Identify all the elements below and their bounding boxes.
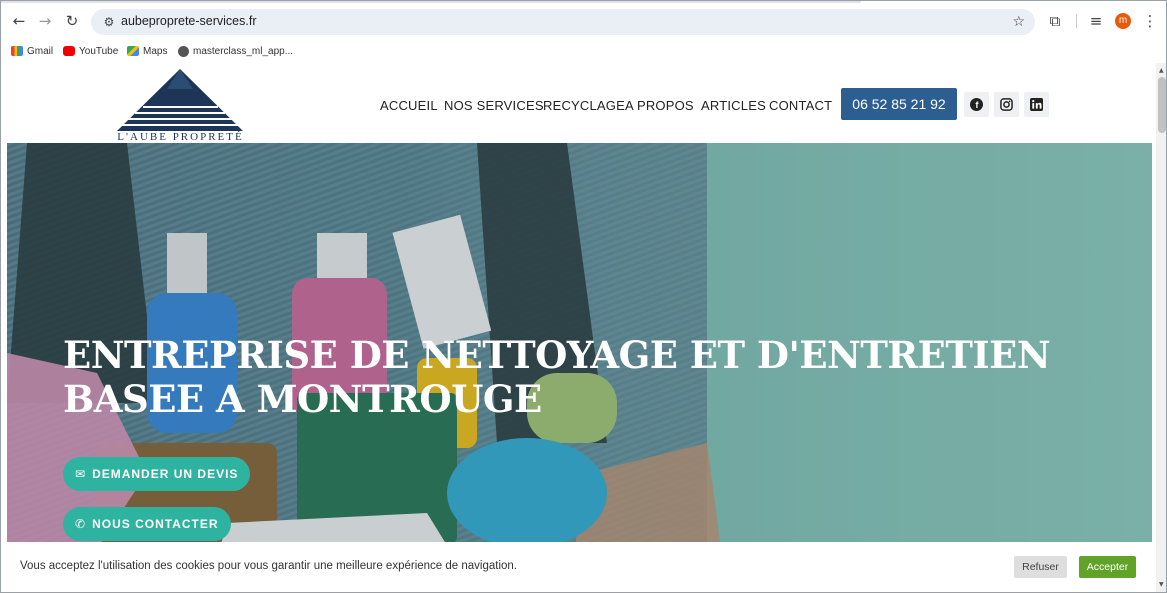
bookmark-maps[interactable]: Maps [127, 43, 167, 59]
request-quote-button[interactable]: ✉ DEMANDER UN DEVIS [63, 457, 251, 491]
bookmark-gmail[interactable]: Gmail [11, 43, 53, 59]
profile-avatar[interactable]: m [1115, 13, 1131, 29]
page-viewport: L'AUBE PROPRETÉ ACCUEIL NOS SERVICES REC… [1, 63, 1156, 592]
phone-icon: ✆ [75, 517, 87, 531]
bookmark-label: Gmail [27, 45, 54, 57]
linkedin-icon [1030, 98, 1043, 111]
logo-text: L'AUBE PROPRETÉ [117, 131, 244, 143]
nav-nos-services[interactable]: NOS SERVICES [444, 98, 544, 113]
scrollbar-thumb[interactable] [1158, 77, 1166, 133]
bookmark-masterclass[interactable]: masterclass_ml_app... [178, 43, 293, 59]
scroll-up-arrow-icon[interactable]: ▲ [1159, 67, 1164, 74]
address-bar[interactable]: ⚙ aubeproprete-services.fr ☆ [91, 9, 1035, 35]
nav-accueil[interactable]: ACCUEIL [380, 98, 438, 113]
gmail-icon [11, 46, 23, 56]
reload-icon[interactable]: ↻ [62, 11, 82, 31]
browser-window: ← → ↻ ⚙ aubeproprete-services.fr ☆ ⧉ ≡ m… [0, 0, 1167, 593]
back-icon[interactable]: ← [9, 11, 29, 31]
browser-toolbar: ← → ↻ ⚙ aubeproprete-services.fr ☆ ⧉ ≡ m… [1, 1, 1166, 41]
contact-us-label: NOUS CONTACTER [92, 517, 219, 531]
media-control-icon[interactable]: ≡ [1086, 11, 1106, 31]
bookmark-youtube[interactable]: YouTube [63, 43, 118, 59]
facebook-icon: f [970, 98, 983, 111]
tab-strip [1, 1, 861, 3]
maps-icon [127, 46, 139, 56]
cookie-message: Vous acceptez l'utilisation des cookies … [20, 560, 517, 572]
nav-contact[interactable]: CONTACT [769, 98, 832, 113]
nav-articles[interactable]: ARTICLES [701, 98, 766, 113]
envelope-icon: ✉ [75, 467, 87, 481]
url-text: aubeproprete-services.fr [121, 14, 257, 28]
nav-recyclage[interactable]: RECYCLAGE [543, 98, 625, 113]
bookmarks-bar: Gmail YouTube Maps masterclass_ml_app... [1, 41, 1166, 61]
bookmark-label: masterclass_ml_app... [193, 45, 294, 57]
hero-banner: ENTREPRISE DE NETTOYAGE ET D'ENTRETIEN B… [7, 143, 1152, 592]
request-quote-label: DEMANDER UN DEVIS [92, 467, 239, 481]
bookmark-star-icon[interactable]: ☆ [1012, 12, 1025, 32]
menu-kebab-icon[interactable]: ⋮ [1140, 11, 1160, 31]
site-logo[interactable]: L'AUBE PROPRETÉ [113, 67, 248, 143]
accept-cookies-button[interactable]: Accepter [1079, 556, 1136, 578]
youtube-icon [63, 46, 75, 56]
nav-a-propos[interactable]: A PROPOS [625, 98, 694, 113]
toolbar-divider [1076, 14, 1077, 28]
instagram-icon [1000, 98, 1013, 111]
bookmark-label: YouTube [79, 45, 119, 57]
forward-icon[interactable]: → [35, 11, 55, 31]
refuse-cookies-button[interactable]: Refuser [1014, 556, 1067, 578]
page-scrollbar[interactable] [1156, 63, 1166, 592]
globe-icon [178, 45, 189, 57]
extensions-icon[interactable]: ⧉ [1045, 11, 1065, 31]
contact-us-button[interactable]: ✆ NOUS CONTACTER [63, 507, 231, 541]
cookie-banner: Vous acceptez l'utilisation des cookies … [1, 542, 1156, 592]
site-info-icon[interactable]: ⚙ [99, 12, 119, 32]
instagram-link[interactable] [994, 92, 1019, 117]
facebook-link[interactable]: f [964, 92, 989, 117]
linkedin-link[interactable] [1024, 92, 1049, 117]
bookmark-label: Maps [143, 45, 168, 57]
scroll-down-arrow-icon[interactable]: ▼ [1159, 581, 1164, 588]
phone-button[interactable]: 06 52 85 21 92 [841, 88, 957, 120]
logo-building-icon [117, 69, 243, 131]
hero-title: ENTREPRISE DE NETTOYAGE ET D'ENTRETIEN B… [63, 333, 1051, 421]
